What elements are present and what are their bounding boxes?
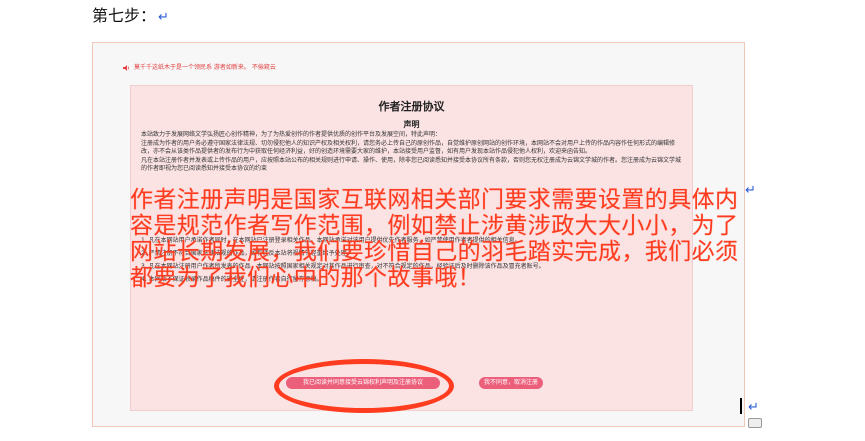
agreement-subtitle: 声明 [403, 120, 420, 129]
speaker-icon [123, 64, 129, 71]
paragraph-mark-icon: ↵ [158, 10, 169, 25]
agreement-paragraph: 注册成为作者的用户务必遵守国家法律法规、切勿侵犯他人的知识产权及相关权利，请您务… [141, 139, 676, 156]
step-title-text: 第七步： [92, 6, 157, 25]
step-heading: 第七步： ↵ [92, 2, 169, 26]
highlight-ellipse [274, 359, 454, 413]
annotation-text: 作者注册声明是国家互联网相关部门要求需要设置的具体内容是规范作者写作范围，例如禁… [130, 187, 739, 291]
agreement-body: 本站致力于发展网络文学弘扬匠心创作精神，为了为热爱创作的作者提供优质的创作平台及… [141, 131, 682, 174]
agreement-paragraph: 本站致力于发展网络文学弘扬匠心创作精神，为了为热爱创作的作者提供优质的创作平台及… [141, 131, 442, 138]
top-notice: 莫千千这纸木于是一个领民系 游者如新来。 不偷窥云 [123, 62, 276, 71]
text-cursor-icon [740, 398, 742, 414]
paragraph-mark-icon: ↵ [748, 400, 759, 415]
agreement-title: 作者注册协议 [378, 100, 445, 113]
agreement-paragraph: 凡在本站注册作者并发表或上传作品的用户，应按照本站公布的相关规则进行申请、操作、… [141, 156, 682, 173]
paragraph-mark-icon: ↵ [745, 183, 756, 198]
disagree-cancel-button[interactable]: 我不同意，取消注册 [479, 377, 543, 389]
notice-text: 莫千千这纸木于是一个领民系 游者如新来。 不偷窥云 [134, 64, 276, 71]
image-handle[interactable] [748, 418, 762, 428]
